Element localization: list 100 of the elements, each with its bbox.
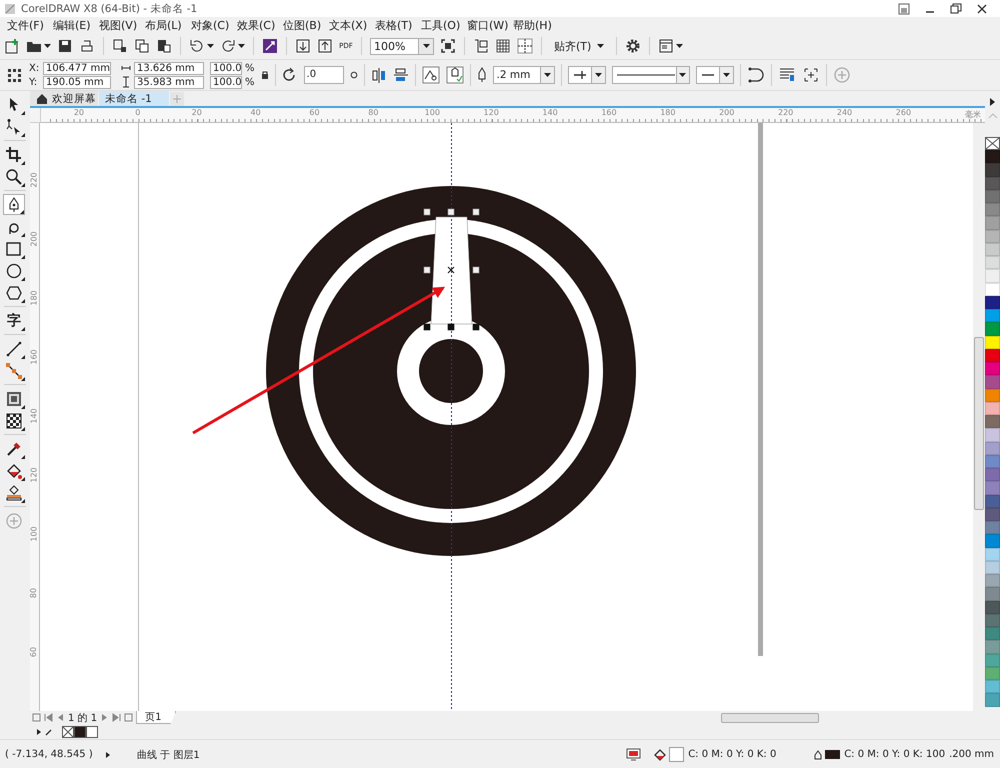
cut-icon[interactable]	[112, 38, 128, 54]
end-arrowhead-dropdown[interactable]	[696, 66, 734, 84]
last-page-icon[interactable]	[112, 713, 122, 722]
add-page-icon[interactable]	[124, 713, 134, 722]
first-page-icon[interactable]	[44, 713, 53, 722]
menu-item[interactable]: 表格(T)	[372, 18, 418, 32]
height-field[interactable]: 35.983 mm	[134, 76, 204, 88]
redo-icon[interactable]	[220, 38, 236, 54]
mirror-horizontal-icon[interactable]	[370, 66, 387, 84]
color-swatch[interactable]	[985, 627, 1000, 640]
width-field[interactable]: 13.626 mm	[134, 62, 204, 74]
color-swatch[interactable]	[985, 163, 1000, 176]
menu-item[interactable]: 对象(C)	[188, 18, 234, 32]
menu-item[interactable]: 文本(X)	[326, 18, 372, 32]
menu-item[interactable]: 工具(O)	[418, 18, 464, 32]
menu-item[interactable]: 编辑(E)	[50, 18, 96, 32]
selection-handle[interactable]	[472, 266, 480, 274]
color-swatch[interactable]	[985, 415, 1000, 428]
color-swatch[interactable]	[985, 560, 1000, 574]
y-position-field[interactable]: 190.05 mm	[43, 76, 111, 88]
save-icon[interactable]	[57, 38, 73, 54]
settings-icon[interactable]	[625, 38, 642, 54]
grid-icon[interactable]	[495, 38, 511, 54]
color-swatch[interactable]	[985, 362, 1000, 376]
menu-item[interactable]: 文件(F)	[4, 18, 50, 32]
guide-line[interactable]	[451, 123, 452, 711]
color-swatch[interactable]	[985, 230, 1000, 243]
zoom-level-dropdown[interactable]: 100%	[370, 38, 434, 54]
color-swatch[interactable]	[985, 375, 1000, 388]
no-color-swatch[interactable]	[985, 137, 1000, 150]
color-swatch[interactable]	[985, 548, 1000, 561]
x-position-field[interactable]: 106.477 mm	[43, 62, 111, 74]
guidelines-icon[interactable]	[517, 38, 533, 54]
color-swatch[interactable]	[985, 402, 1000, 415]
scale-y-field[interactable]: 100.0	[210, 76, 242, 88]
rotation-field[interactable]: .0	[304, 66, 344, 84]
caret-icon[interactable]	[44, 44, 51, 48]
color-swatch[interactable]	[985, 693, 1000, 706]
expand-arrow-icon[interactable]	[989, 98, 996, 106]
crop-icon[interactable]	[3, 144, 25, 165]
snap-dropdown[interactable]: 贴齐(T)	[550, 38, 608, 54]
drawing-canvas[interactable]	[40, 123, 973, 711]
lock-icon[interactable]	[260, 70, 269, 80]
undo-icon[interactable]	[189, 38, 205, 54]
caret-icon[interactable]	[594, 73, 602, 77]
mirror-vertical-icon[interactable]	[392, 66, 409, 84]
caret-icon[interactable]	[676, 44, 684, 48]
quick-curve-icon[interactable]	[422, 66, 440, 84]
wrap-text-icon[interactable]	[778, 66, 796, 84]
print-icon[interactable]	[79, 38, 95, 54]
restore-icon[interactable]	[898, 2, 910, 14]
previous-page-icon[interactable]	[56, 713, 65, 722]
color-swatch[interactable]	[985, 388, 1000, 402]
color-swatch[interactable]	[985, 600, 1000, 614]
maximize-icon[interactable]	[950, 2, 962, 14]
color-swatch[interactable]	[985, 654, 1000, 667]
color-swatch[interactable]	[985, 574, 1000, 588]
paste-icon[interactable]	[156, 38, 172, 54]
color-swatch[interactable]	[985, 508, 1000, 521]
document-tab[interactable]: 欢迎屏幕	[30, 91, 98, 106]
full-screen-icon[interactable]	[440, 38, 456, 54]
selection-handle[interactable]	[448, 208, 454, 216]
color-swatch[interactable]	[985, 428, 1000, 442]
selection-handle[interactable]	[472, 324, 480, 330]
color-swatch[interactable]	[985, 348, 1000, 362]
next-page-icon[interactable]	[100, 713, 110, 722]
color-swatch[interactable]	[985, 587, 1000, 600]
close-curve-icon[interactable]	[746, 66, 765, 84]
color-swatch[interactable]	[985, 309, 1000, 322]
color-swatch[interactable]	[985, 150, 1000, 164]
line-style-dropdown[interactable]	[612, 66, 690, 84]
menu-item[interactable]: 效果(C)	[234, 18, 280, 32]
color-swatch[interactable]	[985, 269, 1000, 282]
add-page-icon[interactable]	[32, 713, 41, 722]
color-swatch[interactable]	[985, 190, 1000, 203]
color-swatch[interactable]	[985, 296, 1000, 309]
color-swatch[interactable]	[985, 282, 1000, 296]
color-swatch[interactable]	[985, 242, 1000, 256]
selection-handle[interactable]	[424, 324, 430, 330]
color-swatch[interactable]	[985, 216, 1000, 230]
eyedropper-icon[interactable]	[45, 728, 53, 736]
launcher-icon[interactable]	[658, 38, 674, 54]
color-swatch[interactable]	[985, 640, 1000, 654]
selection-handle[interactable]	[472, 208, 480, 216]
start-arrowhead-dropdown[interactable]	[568, 66, 606, 84]
caret-icon[interactable]	[722, 73, 730, 77]
color-swatch[interactable]	[985, 203, 1000, 216]
color-swatch[interactable]	[985, 521, 1000, 534]
outline-pen-icon[interactable]	[476, 67, 487, 83]
color-proof-icon[interactable]	[626, 748, 642, 761]
caret-icon[interactable]	[422, 44, 430, 48]
outline-pen-icon[interactable]	[814, 750, 822, 760]
menu-item[interactable]: 位图(B)	[280, 18, 326, 32]
document-tab[interactable]: 未命名 -1	[99, 91, 169, 106]
pen-nib-icon[interactable]	[3, 194, 25, 215]
color-swatch[interactable]	[985, 176, 1000, 190]
selection-handle[interactable]	[424, 266, 430, 274]
bounding-box-icon[interactable]	[802, 66, 820, 84]
page-tab[interactable]: 页1	[136, 711, 176, 724]
color-swatch[interactable]	[985, 336, 1000, 349]
